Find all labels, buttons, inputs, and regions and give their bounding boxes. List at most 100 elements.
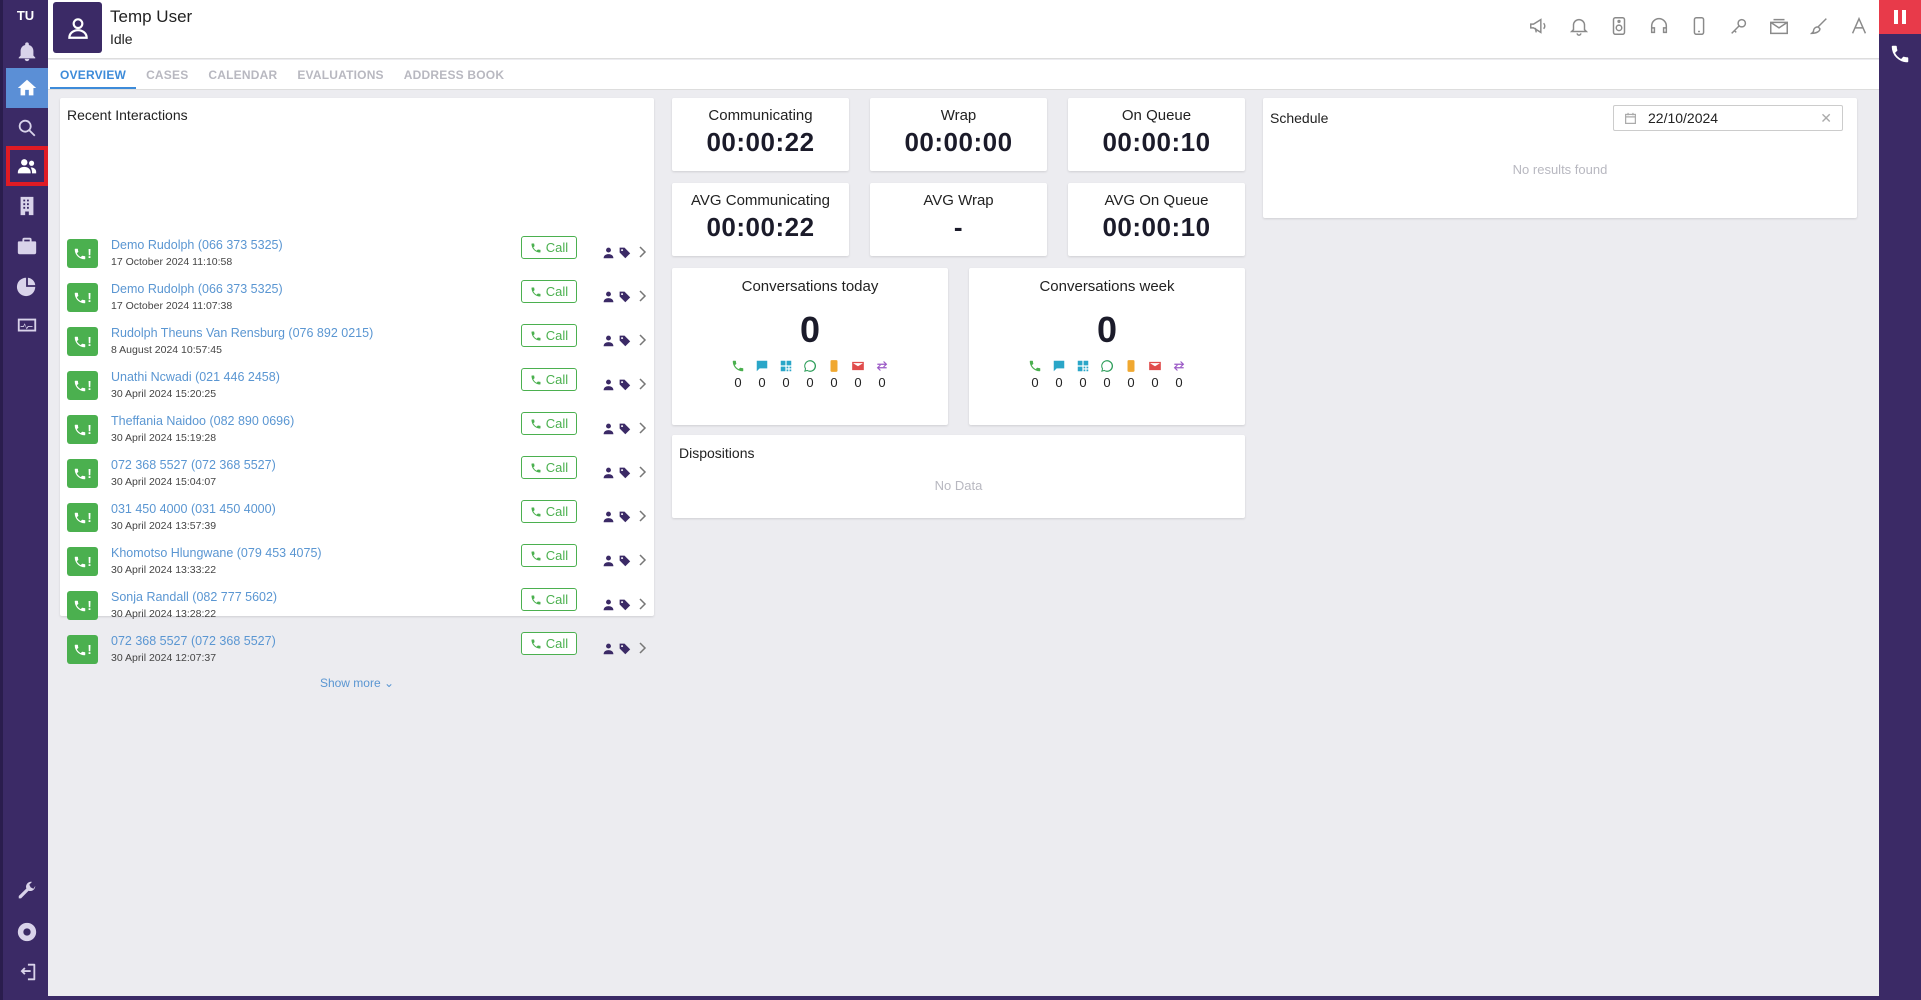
- chevron-right-icon[interactable]: [637, 246, 647, 258]
- user-status[interactable]: Idle: [110, 31, 133, 47]
- call-button[interactable]: Call: [521, 412, 577, 435]
- interaction-row[interactable]: ! 072 368 5527 (072 368 5527) 30 April 202…: [67, 454, 647, 494]
- person-icon[interactable]: [602, 378, 615, 391]
- search-nav[interactable]: [6, 108, 48, 148]
- building-nav[interactable]: [6, 186, 48, 226]
- chevron-right-icon[interactable]: [637, 510, 647, 522]
- person-icon[interactable]: [602, 642, 615, 655]
- interaction-row[interactable]: ! Khomotso Hlungwane (079 453 4075) 30 Apr…: [67, 542, 647, 582]
- speaker-button[interactable]: [1599, 12, 1639, 40]
- person-icon[interactable]: [602, 422, 615, 435]
- alerts-button[interactable]: [1559, 12, 1599, 40]
- person-icon[interactable]: [602, 554, 615, 567]
- interaction-contact[interactable]: 031 450 4000 (031 450 4000): [111, 502, 276, 516]
- pause-button[interactable]: [1879, 0, 1921, 34]
- interaction-row[interactable]: ! Demo Rudolph (066 373 5325) 17 October 2…: [67, 234, 647, 274]
- inbox-button[interactable]: [1759, 12, 1799, 40]
- interaction-contact[interactable]: Rudolph Theuns Van Rensburg (076 892 021…: [111, 326, 373, 340]
- tag-icon[interactable]: [618, 378, 631, 391]
- tag-icon[interactable]: [618, 290, 631, 303]
- headset-button[interactable]: [1639, 12, 1679, 40]
- interaction-contact[interactable]: Theffania Naidoo (082 890 0696): [111, 414, 294, 428]
- show-more-link[interactable]: Show more ⌄: [60, 676, 654, 690]
- interaction-contact[interactable]: 072 368 5527 (072 368 5527): [111, 458, 276, 472]
- stat-value: 00:00:22: [706, 212, 815, 242]
- person-icon[interactable]: [602, 466, 615, 479]
- broadcast-button[interactable]: [1519, 12, 1559, 40]
- person-icon[interactable]: [602, 510, 615, 523]
- call-button[interactable]: Call: [521, 544, 577, 567]
- tab-address-book[interactable]: ADDRESS BOOK: [394, 60, 514, 89]
- mobile-button[interactable]: [1679, 12, 1719, 40]
- reports-nav[interactable]: [6, 266, 48, 306]
- call-button[interactable]: Call: [521, 236, 577, 259]
- key-button[interactable]: [1719, 12, 1759, 40]
- person-icon[interactable]: [602, 290, 615, 303]
- show-more-label: Show more: [319, 676, 381, 690]
- clear-icon[interactable]: ✕: [1820, 110, 1832, 127]
- call-button[interactable]: Call: [521, 324, 577, 347]
- interaction-row[interactable]: ! Theffania Naidoo (082 890 0696) 30 April…: [67, 410, 647, 450]
- font-button[interactable]: [1839, 12, 1879, 40]
- tab-cases[interactable]: CASES: [136, 60, 198, 89]
- person-icon[interactable]: [602, 334, 615, 347]
- notifications-nav[interactable]: [6, 32, 48, 72]
- logout-nav[interactable]: [6, 952, 48, 992]
- chevron-right-icon[interactable]: [637, 378, 647, 390]
- call-button[interactable]: Call: [521, 456, 577, 479]
- schedule-date-picker[interactable]: ✕: [1613, 105, 1843, 131]
- person-icon[interactable]: [602, 246, 615, 259]
- chevron-right-icon[interactable]: [637, 598, 647, 610]
- interaction-row[interactable]: ! Unathi Ncwadi (021 446 2458) 30 April 20…: [67, 366, 647, 406]
- tag-icon[interactable]: [618, 466, 631, 479]
- avatar[interactable]: [53, 2, 102, 53]
- person-icon[interactable]: [602, 598, 615, 611]
- call-button[interactable]: Call: [521, 500, 577, 523]
- tag-icon[interactable]: [618, 598, 631, 611]
- tab-evaluations[interactable]: EVALUATIONS: [287, 60, 393, 89]
- interaction-contact[interactable]: 072 368 5527 (072 368 5527): [111, 634, 276, 648]
- interaction-row[interactable]: ! 072 368 5527 (072 368 5527) 30 April 202…: [67, 630, 647, 670]
- call-button[interactable]: Call: [521, 632, 577, 655]
- interaction-contact[interactable]: Demo Rudolph (066 373 5325): [111, 238, 283, 252]
- schedule-date-input[interactable]: [1648, 109, 1808, 127]
- tag-icon[interactable]: [618, 422, 631, 435]
- tag-icon[interactable]: [618, 510, 631, 523]
- chevron-right-icon[interactable]: [637, 290, 647, 302]
- home-nav[interactable]: [6, 68, 48, 108]
- tab-calendar[interactable]: CALENDAR: [198, 60, 287, 89]
- inbound-call-badge: !: [67, 371, 98, 400]
- phone-icon: [531, 419, 541, 428]
- chevron-right-icon[interactable]: [637, 466, 647, 478]
- call-button[interactable]: Call: [521, 368, 577, 391]
- tag-icon[interactable]: [618, 246, 631, 259]
- interaction-contact[interactable]: Khomotso Hlungwane (079 453 4075): [111, 546, 322, 560]
- tag-icon[interactable]: [618, 554, 631, 567]
- chevron-right-icon[interactable]: [637, 334, 647, 346]
- help-nav[interactable]: [6, 912, 48, 952]
- interaction-contact[interactable]: Unathi Ncwadi (021 446 2458): [111, 370, 280, 384]
- interaction-row[interactable]: ! Demo Rudolph (066 373 5325) 17 October 2…: [67, 278, 647, 318]
- tag-icon[interactable]: [618, 642, 631, 655]
- channel-count-value: 0: [1151, 375, 1159, 390]
- tab-overview[interactable]: OVERVIEW: [50, 60, 137, 89]
- tools-nav[interactable]: [6, 871, 48, 911]
- chevron-right-icon[interactable]: [637, 554, 647, 566]
- dialer-button[interactable]: [1879, 34, 1921, 74]
- interaction-contact[interactable]: Demo Rudolph (066 373 5325): [111, 282, 283, 296]
- interaction-row[interactable]: ! 031 450 4000 (031 450 4000) 30 April 202…: [67, 498, 647, 538]
- call-button[interactable]: Call: [521, 588, 577, 611]
- chevron-right-icon[interactable]: [637, 422, 647, 434]
- brush-icon: [1809, 18, 1827, 35]
- theme-button[interactable]: [1799, 12, 1839, 40]
- monitor-nav[interactable]: [6, 306, 48, 346]
- interaction-row[interactable]: ! Rudolph Theuns Van Rensburg (076 892 02…: [67, 322, 647, 362]
- call-button[interactable]: Call: [521, 280, 577, 303]
- tag-icon[interactable]: [618, 334, 631, 347]
- chevron-right-icon[interactable]: [637, 642, 647, 654]
- interaction-contact[interactable]: Sonja Randall (082 777 5602): [111, 590, 277, 604]
- cases-nav[interactable]: [6, 226, 48, 266]
- channel-count: 0: [1143, 359, 1167, 390]
- interaction-row[interactable]: ! Sonja Randall (082 777 5602) 30 April 20…: [67, 586, 647, 626]
- contacts-nav[interactable]: [6, 146, 48, 186]
